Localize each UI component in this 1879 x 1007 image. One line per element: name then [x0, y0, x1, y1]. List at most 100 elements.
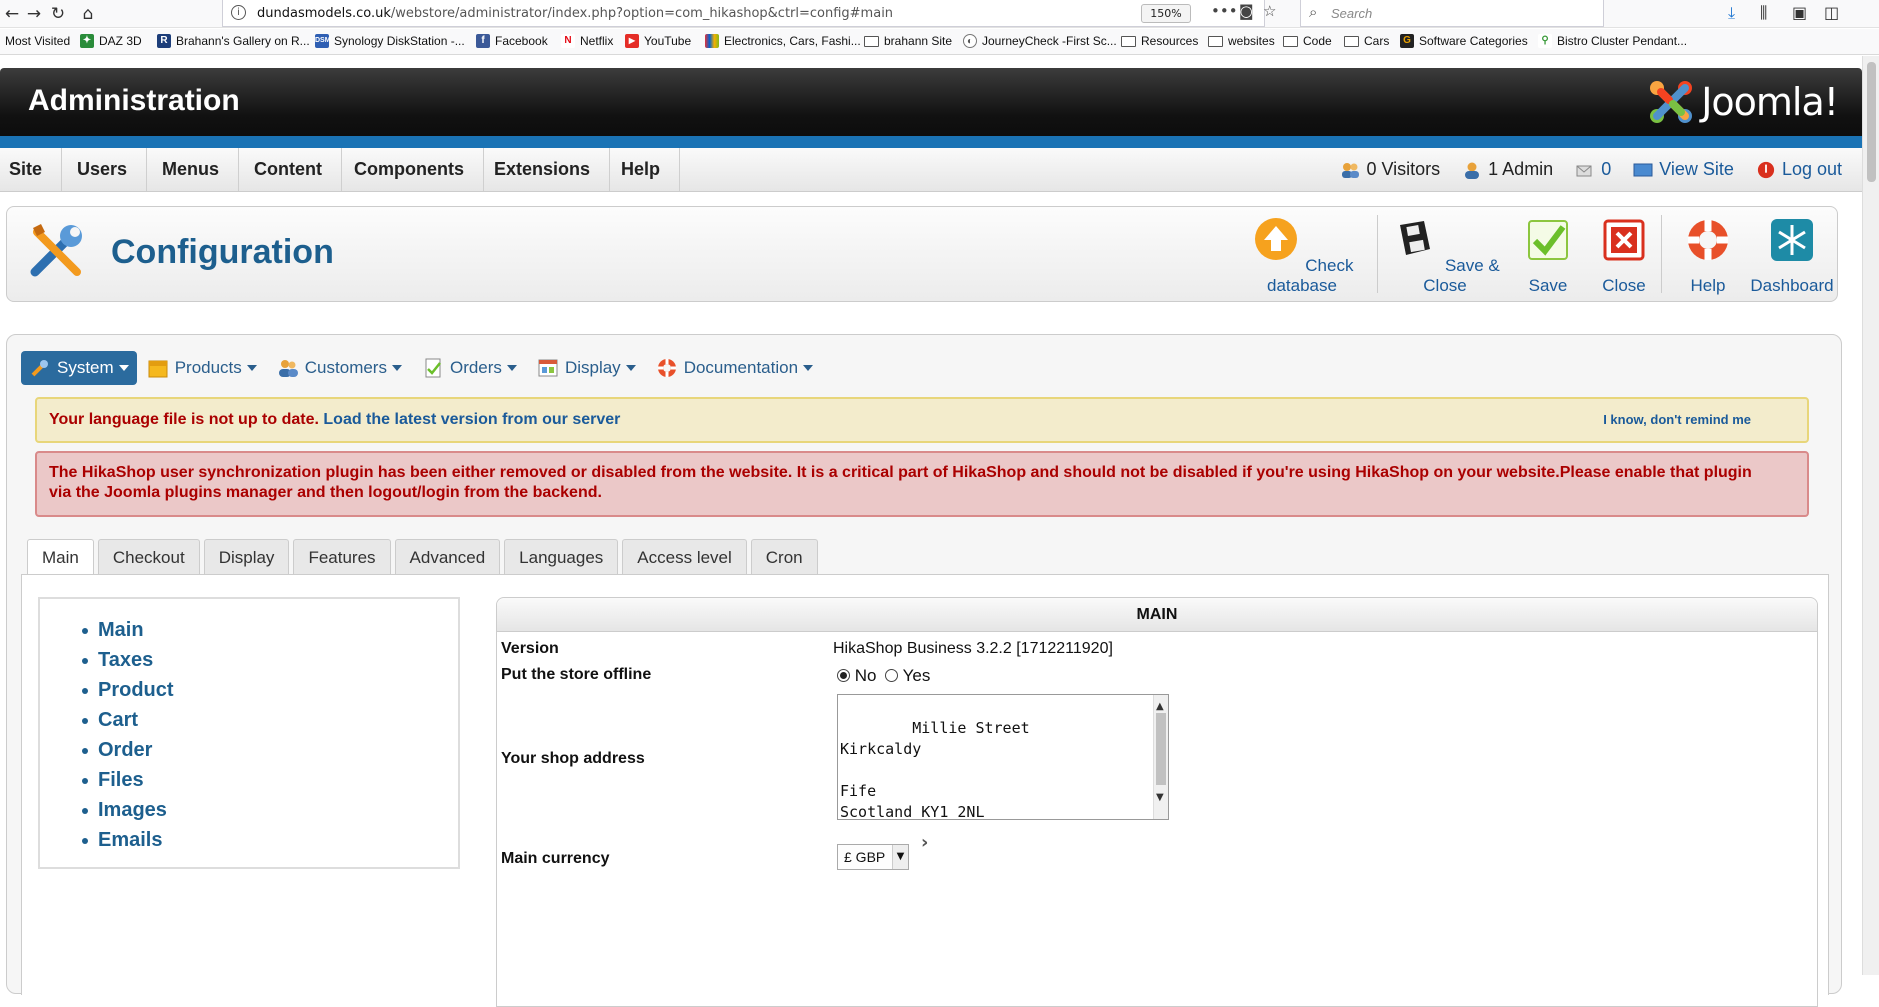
scrollbar-thumb[interactable] [1156, 713, 1166, 785]
url-bar[interactable]: i dundasmodels.co.uk/webstore/administra… [222, 0, 1276, 27]
tab-languages[interactable]: Languages [504, 539, 619, 575]
bookmark-bistro[interactable]: ⚲ Bistro Cluster Pendant... [1538, 34, 1687, 48]
button-label: Close [1602, 276, 1646, 295]
tab-checkout[interactable]: Checkout [97, 539, 200, 575]
back-arrow-icon[interactable]: ← [0, 2, 24, 26]
joomla-logo[interactable]: Joomla! [1647, 78, 1839, 126]
offline-yes-label[interactable]: Yes [903, 666, 931, 685]
folder-icon [864, 36, 879, 47]
section-link-main[interactable]: Main [82, 615, 174, 645]
close-button[interactable]: Close [1589, 215, 1659, 296]
tab-advanced[interactable]: Advanced [394, 539, 501, 575]
forward-arrow-icon[interactable]: → [22, 2, 46, 26]
scroll-down-icon[interactable]: ▼ [1156, 787, 1164, 808]
bookmark-brahann-gallery[interactable]: R Brahann's Gallery on R... [157, 34, 310, 48]
bookmark-websites[interactable]: websites [1208, 34, 1275, 48]
reload-icon[interactable]: ↻ [46, 2, 70, 26]
downloads-icon[interactable]: ⤓ [1728, 3, 1735, 23]
tab-access-level[interactable]: Access level [622, 539, 747, 575]
section-link-cart[interactable]: Cart [82, 705, 174, 735]
section-link-order[interactable]: Order [82, 735, 174, 765]
save-button[interactable]: Save [1513, 215, 1583, 296]
menu-menus[interactable]: Menus [143, 148, 240, 191]
bookmark-most-visited[interactable]: Most Visited [5, 34, 70, 48]
site-info-icon[interactable]: i [231, 5, 246, 20]
bookmark-resources[interactable]: Resources [1121, 34, 1198, 48]
admins-count: 1 Admin [1488, 159, 1554, 179]
menu-content[interactable]: Content [235, 148, 342, 191]
submenu-system[interactable]: System [21, 351, 137, 385]
bookmark-youtube[interactable]: ▶ YouTube [625, 34, 691, 48]
section-link-emails[interactable]: Emails [82, 825, 174, 855]
bookmark-facebook[interactable]: f Facebook [476, 34, 548, 48]
section-link-product[interactable]: Product [82, 675, 174, 705]
shop-address-label: Your shop address [501, 750, 645, 767]
tab-main[interactable]: Main [27, 539, 94, 577]
section-link-images[interactable]: Images [82, 795, 174, 825]
bookmark-synology[interactable]: DSM Synology DiskStation -... [315, 34, 465, 48]
offline-no-radio[interactable] [837, 669, 850, 682]
bookmark-netflix[interactable]: N Netflix [561, 34, 613, 48]
sidebar-icon[interactable]: ◫ [1824, 3, 1839, 22]
menu-components[interactable]: Components [335, 148, 484, 191]
product-box-icon [148, 360, 168, 378]
page-scrollbar[interactable] [1862, 56, 1879, 975]
dashboard-button[interactable]: Dashboard [1747, 215, 1837, 296]
load-language-link[interactable]: Load the latest version from our server [323, 411, 620, 428]
submenu-documentation[interactable]: Documentation [656, 357, 814, 379]
pendant-lamp-icon: ⚲ [1538, 34, 1552, 48]
messages-status[interactable]: 0 [1575, 159, 1611, 180]
messages-icon [1576, 165, 1592, 176]
tab-cron[interactable]: Cron [750, 539, 818, 575]
bookmark-label: Cars [1364, 34, 1390, 48]
home-icon[interactable]: ⌂ [76, 2, 100, 26]
menu-site[interactable]: Site [0, 148, 63, 191]
section-link-taxes[interactable]: Taxes [82, 645, 174, 675]
shop-address-textarea[interactable]: Millie Street Kirkcaldy Fife Scotland KY… [837, 694, 1169, 820]
search-icon: ⌕ [1309, 3, 1318, 21]
bookmark-code[interactable]: Code [1283, 34, 1332, 48]
submenu-display[interactable]: Display [537, 357, 636, 379]
pocket-icon[interactable]: ◙ [1239, 2, 1254, 20]
submenu-label: Products [174, 358, 242, 377]
view-site-link[interactable]: View Site [1633, 159, 1734, 180]
main-currency-label: Main currency [501, 850, 610, 867]
zoom-level[interactable]: 150% [1141, 4, 1191, 23]
library-icon[interactable]: ⫼ [1760, 3, 1767, 23]
offline-no-label[interactable]: No [855, 666, 877, 685]
offline-yes-radio[interactable] [885, 669, 899, 682]
bookmark-label: Synology DiskStation -... [334, 34, 465, 48]
bookmark-star-icon[interactable]: ☆ [1263, 2, 1276, 20]
textarea-scrollbar[interactable]: ▲ ▼ [1153, 695, 1168, 819]
extension-icon[interactable]: ▣ [1792, 3, 1807, 22]
dismiss-reminder-link[interactable]: I know, don't remind me [1603, 412, 1751, 427]
main-currency-select[interactable]: £ GBP ▼ [837, 844, 909, 870]
submenu-orders[interactable]: Orders [422, 357, 517, 379]
menu-help[interactable]: Help [602, 148, 681, 191]
help-button[interactable]: Help [1675, 215, 1741, 296]
page-actions-icon[interactable]: ••• [1211, 2, 1238, 20]
chevron-down-icon [246, 365, 257, 371]
bookmark-journeycheck[interactable]: ◐ JourneyCheck -First Sc... [963, 34, 1117, 48]
bookmark-software-categories[interactable]: G Software Categories [1400, 34, 1528, 48]
url-text[interactable]: dundasmodels.co.uk/webstore/administrato… [257, 6, 893, 21]
search-bar[interactable]: ⌕ Search [1300, 0, 1604, 27]
tab-display[interactable]: Display [203, 539, 290, 575]
folder-icon [1208, 36, 1223, 47]
lifebuoy-icon [1688, 220, 1728, 260]
tab-features[interactable]: Features [293, 539, 391, 575]
section-link-files[interactable]: Files [82, 765, 174, 795]
language-warning-message: Your language file is not up to date. [49, 411, 319, 428]
logout-link[interactable]: Log out [1756, 159, 1842, 180]
bookmark-daz3d[interactable]: ✦ DAZ 3D [80, 34, 142, 48]
menu-extensions[interactable]: Extensions [475, 148, 611, 191]
bookmark-cars[interactable]: Cars [1344, 34, 1389, 48]
submenu-products[interactable]: Products [147, 357, 257, 379]
save-close-button[interactable]: Save & Close [1389, 215, 1501, 296]
check-database-button[interactable]: Check database [1237, 215, 1367, 296]
page-scrollbar-thumb[interactable] [1867, 62, 1876, 182]
bookmark-brahann-site[interactable]: brahann Site [864, 34, 952, 48]
bookmark-ebay[interactable]: Electronics, Cars, Fashi... [705, 34, 861, 48]
menu-users[interactable]: Users [58, 148, 148, 191]
submenu-customers[interactable]: Customers [277, 357, 402, 379]
